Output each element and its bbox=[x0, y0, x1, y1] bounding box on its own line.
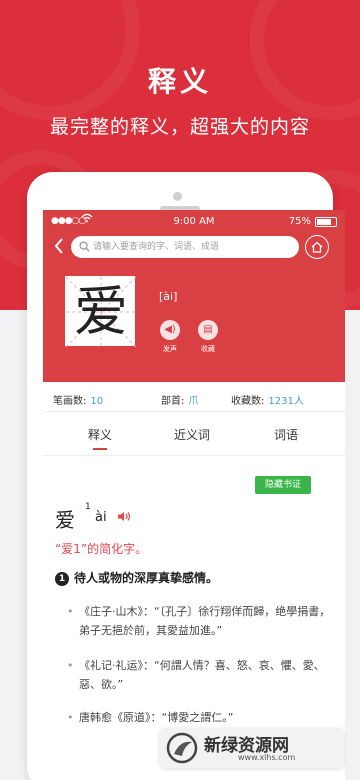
app-header: ●●●○○ 9:00 AM 75% 爱 bbox=[43, 210, 345, 382]
hero-subtitle: 最完整的释义，超强大的内容 bbox=[49, 116, 310, 138]
tab-synonyms[interactable]: 近义词 bbox=[157, 426, 227, 443]
radical-label: 部首: bbox=[161, 396, 185, 407]
character-pinyin: [ài] bbox=[159, 290, 178, 303]
sense-number: 1 bbox=[55, 572, 69, 586]
citation-text: 《礼记·礼运》：“何謂人情？喜、怒、哀、懼、愛、惡、欲。” bbox=[79, 659, 325, 691]
watermark-logo-icon bbox=[166, 732, 198, 764]
entry-superscript: 1 bbox=[85, 502, 91, 512]
pronounce-label: 发声 bbox=[163, 345, 177, 353]
hero-title: 释义 bbox=[147, 65, 212, 98]
bookmark-icon: ▤ bbox=[203, 324, 213, 335]
strokes-label: 笔画数: bbox=[53, 396, 87, 407]
battery-percent: 75% bbox=[288, 216, 311, 227]
bullet-icon: • bbox=[67, 659, 74, 672]
citation-item: • 《礼记·礼运》：“何謂人情？喜、怒、哀、懼、愛、惡、欲。” bbox=[67, 656, 335, 694]
radical-info: 部首: 爪 bbox=[161, 392, 198, 407]
favorites-info: 收藏数: 1231人 bbox=[231, 392, 304, 407]
citation-text: 唐韩愈《原道》：“博愛之謂仁。” bbox=[79, 711, 234, 724]
citation-item: • 《庄子·山木》：“〔孔子〕徐行翔佯而歸，绝學捐書，弟子无挹於前，其愛益加進。… bbox=[67, 602, 335, 640]
tab-words[interactable]: 词语 bbox=[251, 426, 321, 443]
entry-pinyin: ài bbox=[95, 510, 107, 525]
back-arrow-icon[interactable] bbox=[49, 234, 69, 258]
sense-text: 待人或物的深厚真挚感情。 bbox=[74, 571, 219, 585]
watermark-url: www.xlhs.com bbox=[238, 753, 296, 762]
entry-character: 爱 bbox=[55, 508, 75, 532]
simplified-note: “爱1”的简化字。 bbox=[55, 542, 148, 556]
character-grid-box: 爱 bbox=[65, 276, 136, 347]
strokes-info: 笔画数: 10 bbox=[53, 392, 103, 407]
phone-camera bbox=[173, 192, 182, 201]
hide-citations-button[interactable]: 隐藏书证 bbox=[255, 476, 311, 494]
search-icon bbox=[79, 241, 90, 252]
citation-item: • 唐韩愈《原道》：“博愛之謂仁。” bbox=[67, 708, 335, 727]
battery-icon bbox=[315, 217, 337, 227]
bullet-icon: • bbox=[67, 605, 74, 618]
entry-sound-icon[interactable] bbox=[117, 511, 131, 525]
tab-bar: 释义 近义词 词语 bbox=[43, 412, 345, 456]
sense-definition: 1 待人或物的深厚真挚感情。 bbox=[55, 569, 218, 586]
app-screen: ●●●○○ 9:00 AM 75% 爱 bbox=[43, 210, 345, 780]
search-bar[interactable] bbox=[71, 236, 299, 258]
strokes-value: 10 bbox=[90, 396, 104, 407]
speaker-icon: ◀) bbox=[164, 324, 176, 335]
favorites-label: 收藏数: bbox=[231, 396, 265, 407]
tab-definition[interactable]: 释义 bbox=[65, 426, 135, 450]
bookmark-label: 收藏 bbox=[201, 345, 215, 353]
citation-text: 《庄子·山木》：“〔孔子〕徐行翔佯而歸，绝學捐書，弟子无挹於前，其愛益加進。” bbox=[79, 605, 331, 637]
home-button[interactable] bbox=[305, 235, 329, 259]
character-info-bar: 笔画数: 10 部首: 爪 收藏数: 1231人 bbox=[43, 382, 345, 412]
bullet-icon: • bbox=[67, 711, 74, 724]
big-character: 爱 bbox=[74, 280, 128, 343]
bookmark-button[interactable]: ▤ 收藏 bbox=[193, 320, 223, 354]
pronounce-button[interactable]: ◀) 发声 bbox=[155, 320, 185, 354]
status-bar: ●●●○○ 9:00 AM 75% bbox=[43, 210, 345, 232]
search-input[interactable] bbox=[93, 239, 293, 255]
radical-value: 爪 bbox=[188, 396, 199, 407]
home-icon bbox=[311, 241, 323, 253]
favorites-value: 1231人 bbox=[268, 396, 304, 407]
watermark-badge: 新绿资源网 www.xlhs.com bbox=[160, 728, 344, 768]
